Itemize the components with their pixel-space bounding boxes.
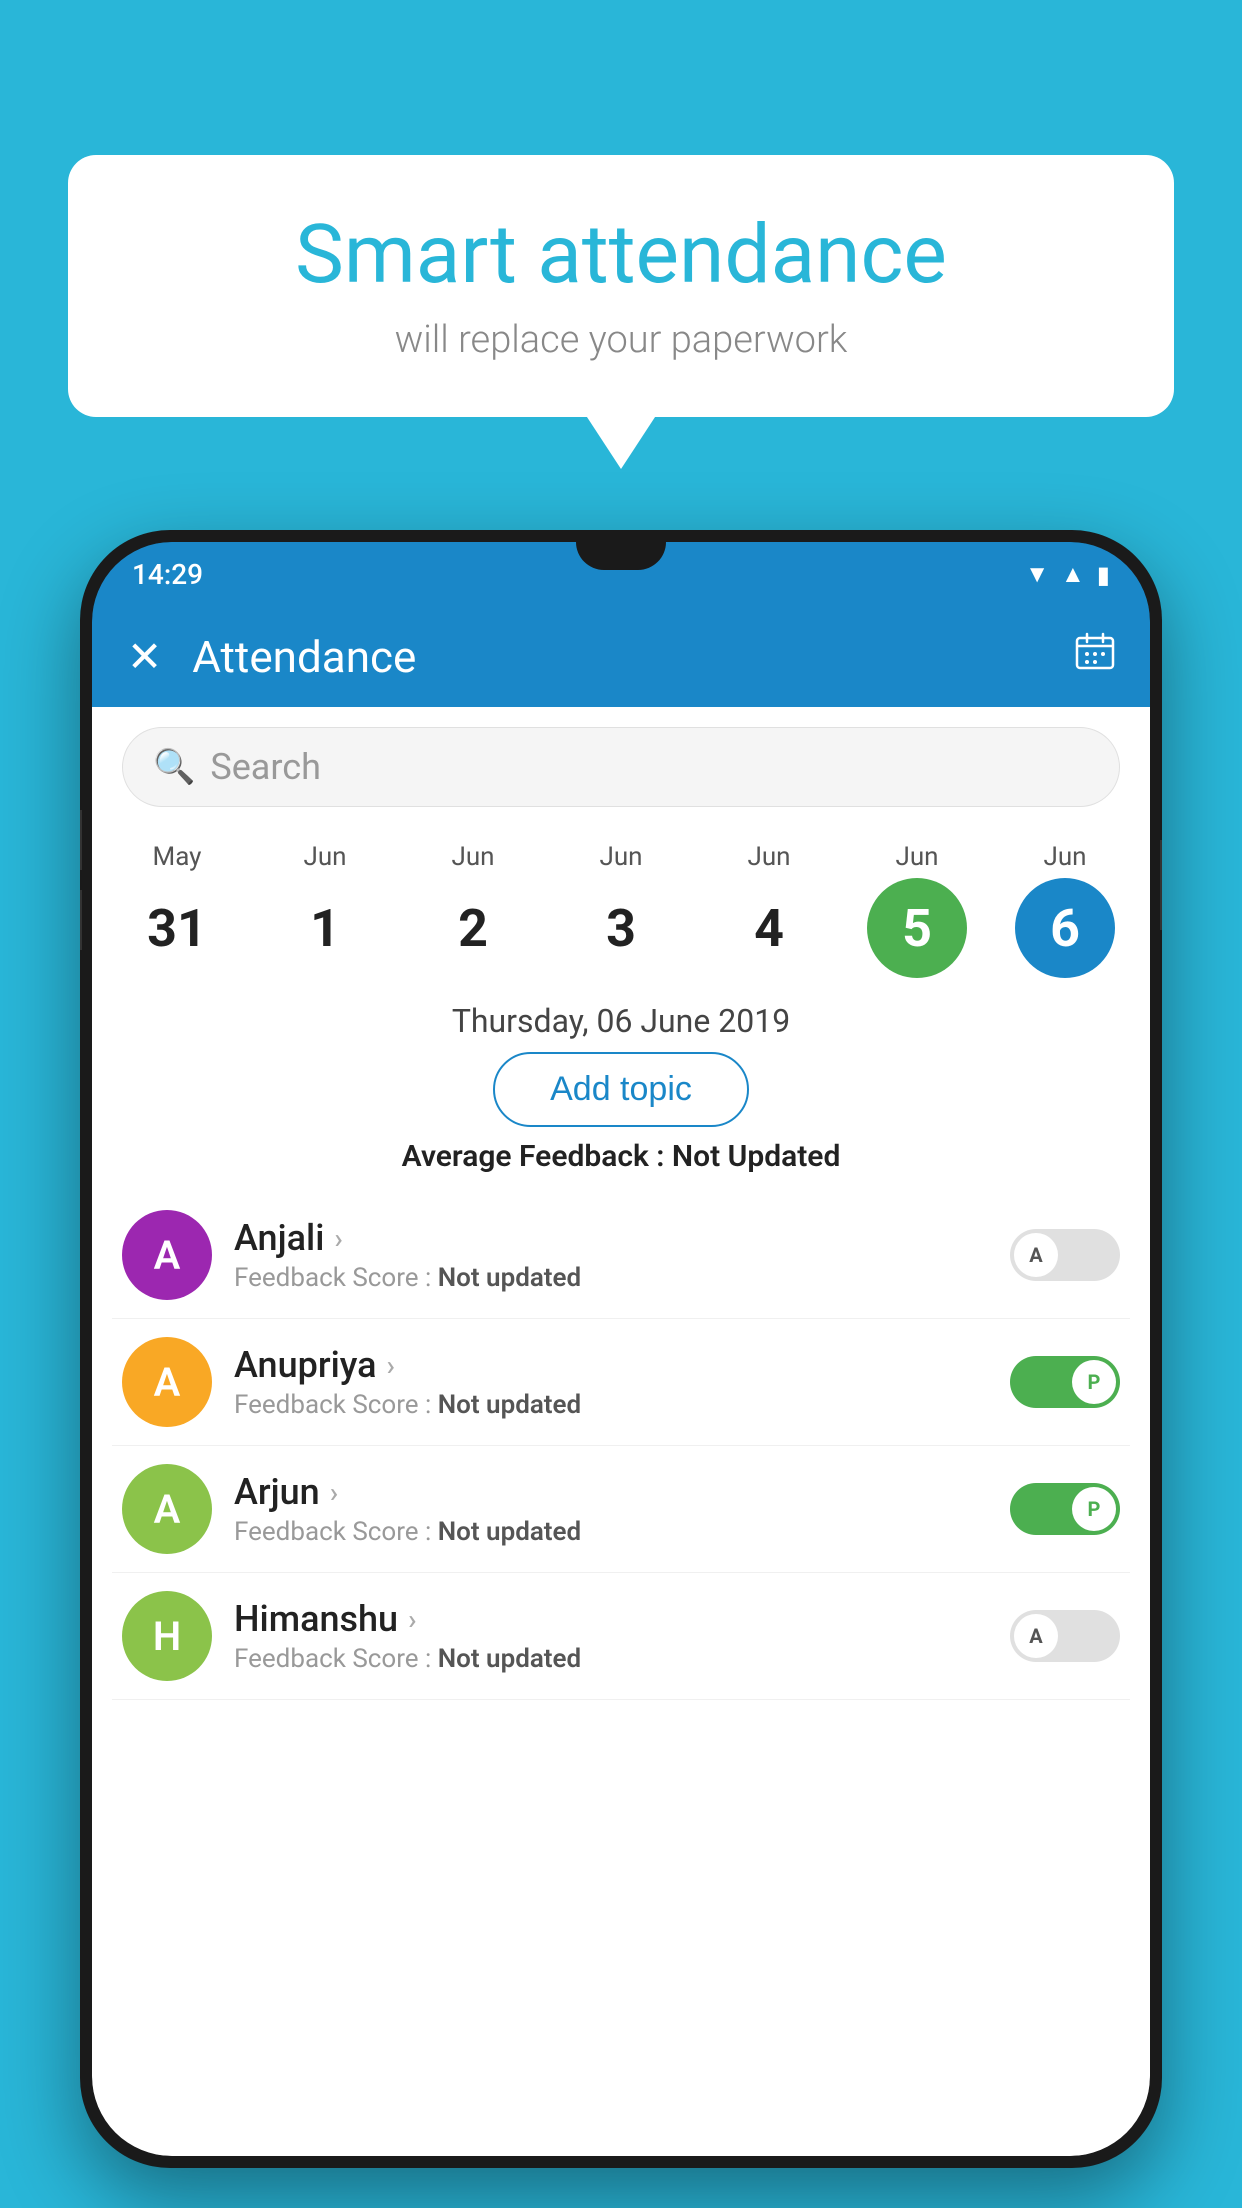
toggle-off: A [1010,1610,1120,1662]
volume-up-button [80,810,82,870]
phone-screen: 14:29 ▼ ▲ ▮ ✕ Attendance [92,542,1150,2156]
notch [576,542,666,570]
toggle-off: A [1010,1229,1120,1281]
day-number[interactable]: 3 [571,878,671,978]
student-name: Himanshu › [234,1598,988,1640]
toggle-thumb: P [1072,1360,1116,1404]
month-label: Jun [451,842,494,872]
signal-icon: ▲ [1061,560,1085,589]
avatar: A [122,1464,212,1554]
avg-feedback-label: Average Feedback : [402,1139,665,1174]
student-item[interactable]: H Himanshu › Feedback Score : Not updated A [112,1573,1130,1700]
student-name: Arjun › [234,1471,988,1513]
app-bar: ✕ Attendance [92,607,1150,707]
chevron-icon: › [408,1603,416,1636]
day-number[interactable]: 5 [867,878,967,978]
student-name: Anupriya › [234,1344,988,1386]
toggle-on: P [1010,1356,1120,1408]
day-number[interactable]: 1 [275,878,375,978]
chevron-icon: › [330,1476,338,1509]
feedback-score: Feedback Score : Not updated [234,1644,988,1674]
day-number[interactable]: 4 [719,878,819,978]
date-col[interactable]: Jun 1 [260,842,390,978]
status-icons: ▼ ▲ ▮ [1025,560,1110,589]
toggle-on: P [1010,1483,1120,1535]
volume-down-button [80,890,82,950]
attendance-toggle[interactable]: P [1010,1483,1120,1535]
add-topic-button[interactable]: Add topic [493,1052,749,1127]
date-col[interactable]: May 31 [112,842,242,978]
month-label: Jun [303,842,346,872]
chevron-icon: › [387,1349,395,1382]
student-item[interactable]: A Anupriya › Feedback Score : Not updated P [112,1319,1130,1446]
attendance-toggle[interactable]: A [1010,1610,1120,1662]
day-number[interactable]: 31 [127,878,227,978]
month-label: Jun [1043,842,1086,872]
attendance-toggle[interactable]: A [1010,1229,1120,1281]
date-col[interactable]: Jun 4 [704,842,834,978]
date-strip: May 31 Jun 1 Jun 2 Jun 3 Jun 4 Jun 5 Jun 6 [92,827,1150,988]
date-col[interactable]: Jun 2 [408,842,538,978]
student-item[interactable]: A Anjali › Feedback Score : Not updated A [112,1192,1130,1319]
student-info: Anupriya › Feedback Score : Not updated [234,1344,988,1420]
day-number[interactable]: 2 [423,878,523,978]
selected-date: Thursday, 06 June 2019 [92,1002,1150,1040]
add-topic-container: Add topic [92,1052,1150,1127]
calendar-icon[interactable] [1075,632,1115,682]
avg-feedback: Average Feedback : Not Updated [92,1139,1150,1174]
student-item[interactable]: A Arjun › Feedback Score : Not updated P [112,1446,1130,1573]
chevron-icon: › [334,1222,342,1255]
student-name: Anjali › [234,1217,988,1259]
toggle-thumb: A [1014,1233,1058,1277]
month-label: Jun [895,842,938,872]
student-list: AAnjali ›Feedback Score : Not updatedAAA… [92,1192,1150,1700]
feedback-score: Feedback Score : Not updated [234,1263,988,1293]
search-icon: 🔍 [153,747,195,787]
bubble-subtitle: will replace your paperwork [128,318,1114,362]
date-col[interactable]: Jun 5 [852,842,982,978]
app-bar-title: Attendance [192,631,1045,683]
student-info: Anjali › Feedback Score : Not updated [234,1217,988,1293]
date-col[interactable]: Jun 6 [1000,842,1130,978]
attendance-toggle[interactable]: P [1010,1356,1120,1408]
battery-icon: ▮ [1097,561,1110,589]
speech-bubble: Smart attendance will replace your paper… [68,155,1174,417]
status-time: 14:29 [132,558,203,591]
feedback-score: Feedback Score : Not updated [234,1517,988,1547]
avatar: H [122,1591,212,1681]
phone-frame: 14:29 ▼ ▲ ▮ ✕ Attendance [80,530,1162,2168]
toggle-thumb: A [1014,1614,1058,1658]
day-number[interactable]: 6 [1015,878,1115,978]
avatar: A [122,1210,212,1300]
close-button[interactable]: ✕ [127,632,162,682]
student-info: Arjun › Feedback Score : Not updated [234,1471,988,1547]
date-col[interactable]: Jun 3 [556,842,686,978]
wifi-icon: ▼ [1025,560,1049,589]
month-label: Jun [747,842,790,872]
avatar: A [122,1337,212,1427]
avg-feedback-value: Not Updated [672,1139,840,1174]
screen-content: 🔍 Search May 31 Jun 1 Jun 2 Jun 3 Jun 4 Jun 5 Jun 6 T… [92,707,1150,2156]
toggle-thumb: P [1072,1487,1116,1531]
feedback-score: Feedback Score : Not updated [234,1390,988,1420]
month-label: May [153,842,202,872]
search-placeholder: Search [210,746,321,788]
power-button [1160,840,1162,930]
student-info: Himanshu › Feedback Score : Not updated [234,1598,988,1674]
bubble-title: Smart attendance [128,210,1114,300]
month-label: Jun [599,842,642,872]
phone-inner: 14:29 ▼ ▲ ▮ ✕ Attendance [92,542,1150,2156]
search-bar[interactable]: 🔍 Search [122,727,1120,807]
